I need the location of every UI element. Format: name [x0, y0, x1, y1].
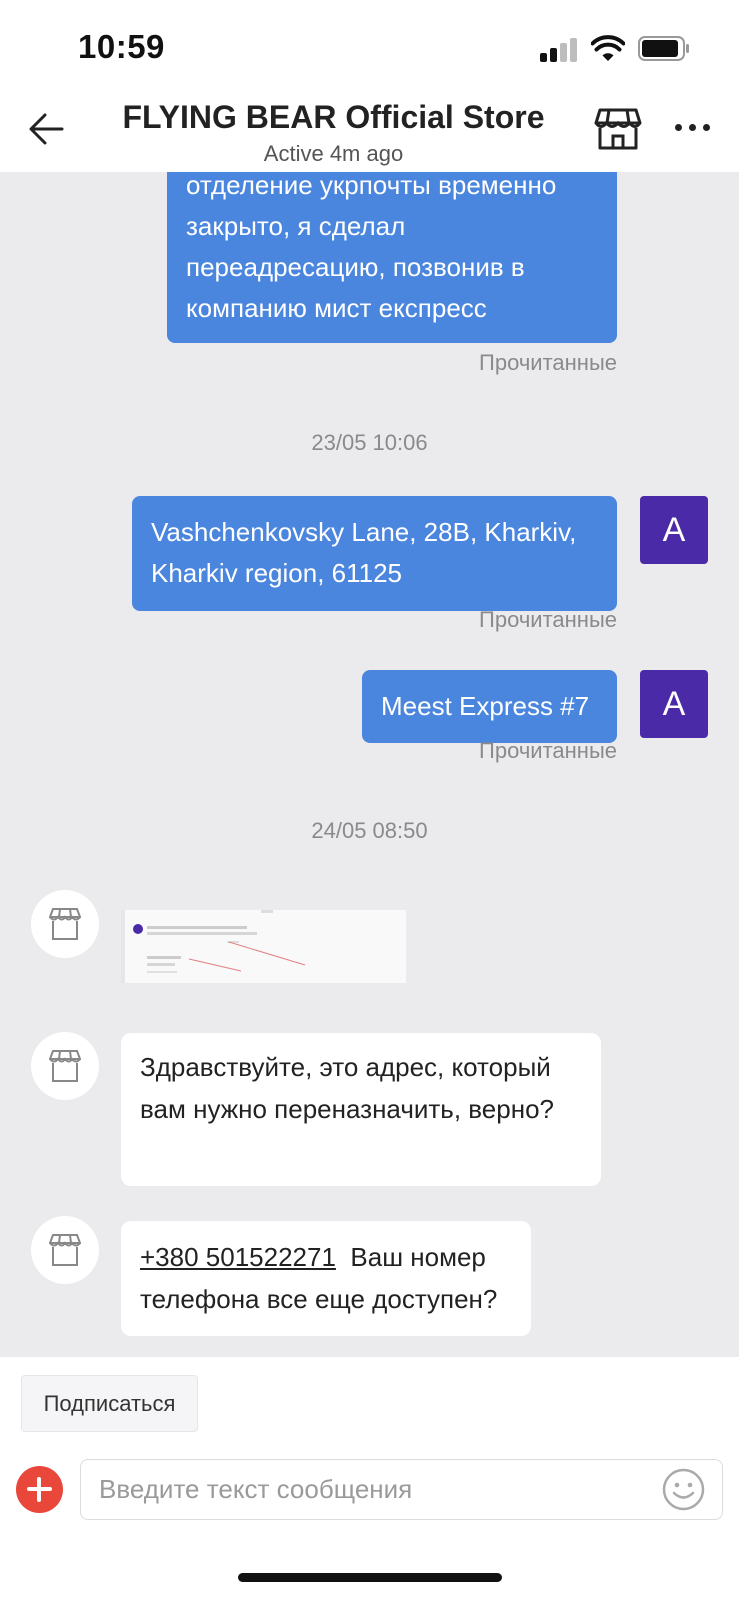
status-bar: 10:59	[0, 0, 739, 96]
emoji-icon[interactable]	[662, 1468, 705, 1511]
date-separator: 24/05 08:50	[311, 818, 428, 843]
outgoing-message: Vashchenkovsky Lane, 28B, Kharkiv, Khark…	[132, 496, 617, 611]
date-separator: 23/05 10:06	[311, 430, 428, 455]
outgoing-message: отделение укрпочты временно закрыто, я с…	[167, 172, 617, 343]
subscribe-button[interactable]: Подписаться	[21, 1375, 198, 1432]
home-indicator[interactable]	[238, 1573, 502, 1582]
image-attachment[interactable]	[121, 910, 406, 983]
chat-header: FLYING BEAR Official Store Active 4m ago	[0, 96, 739, 172]
add-icon[interactable]	[16, 1466, 63, 1513]
avatar: A	[640, 670, 708, 738]
incoming-message: Здравствуйте, это адрес, который вам нуж…	[121, 1033, 601, 1186]
store-avatar-icon	[49, 1050, 81, 1082]
chat-messages[interactable]: отделение укрпочты временно закрыто, я с…	[0, 172, 739, 1357]
store-avatar-icon	[49, 1234, 81, 1266]
message-text: отделение укрпочты временно закрыто, я с…	[186, 172, 557, 323]
wifi-icon	[591, 35, 625, 61]
read-status: Прочитанные	[479, 738, 617, 763]
outgoing-message: Meest Express #7	[362, 670, 617, 743]
message-text: Здравствуйте, это адрес, который вам нуж…	[140, 1052, 555, 1124]
message-input[interactable]	[80, 1459, 723, 1520]
read-status: Прочитанные	[479, 607, 617, 632]
status-time: 10:59	[78, 28, 165, 65]
cellular-signal-icon	[540, 38, 578, 62]
read-status: Прочитанные	[479, 350, 617, 375]
avatar: A	[640, 496, 708, 564]
store-avatar-icon	[49, 908, 81, 940]
store-avatar	[31, 1216, 99, 1284]
message-text: Vashchenkovsky Lane, 28B, Kharkiv, Khark…	[151, 517, 577, 588]
battery-icon	[638, 36, 689, 61]
store-avatar	[31, 890, 99, 958]
phone-link[interactable]: +380 501522271	[140, 1242, 336, 1272]
store-icon[interactable]	[594, 108, 642, 150]
message-text: Meest Express #7	[381, 691, 590, 721]
store-avatar	[31, 1032, 99, 1100]
incoming-message: +380 501522271 Ваш номер телефона все ещ…	[121, 1221, 531, 1336]
more-icon[interactable]	[675, 124, 711, 134]
